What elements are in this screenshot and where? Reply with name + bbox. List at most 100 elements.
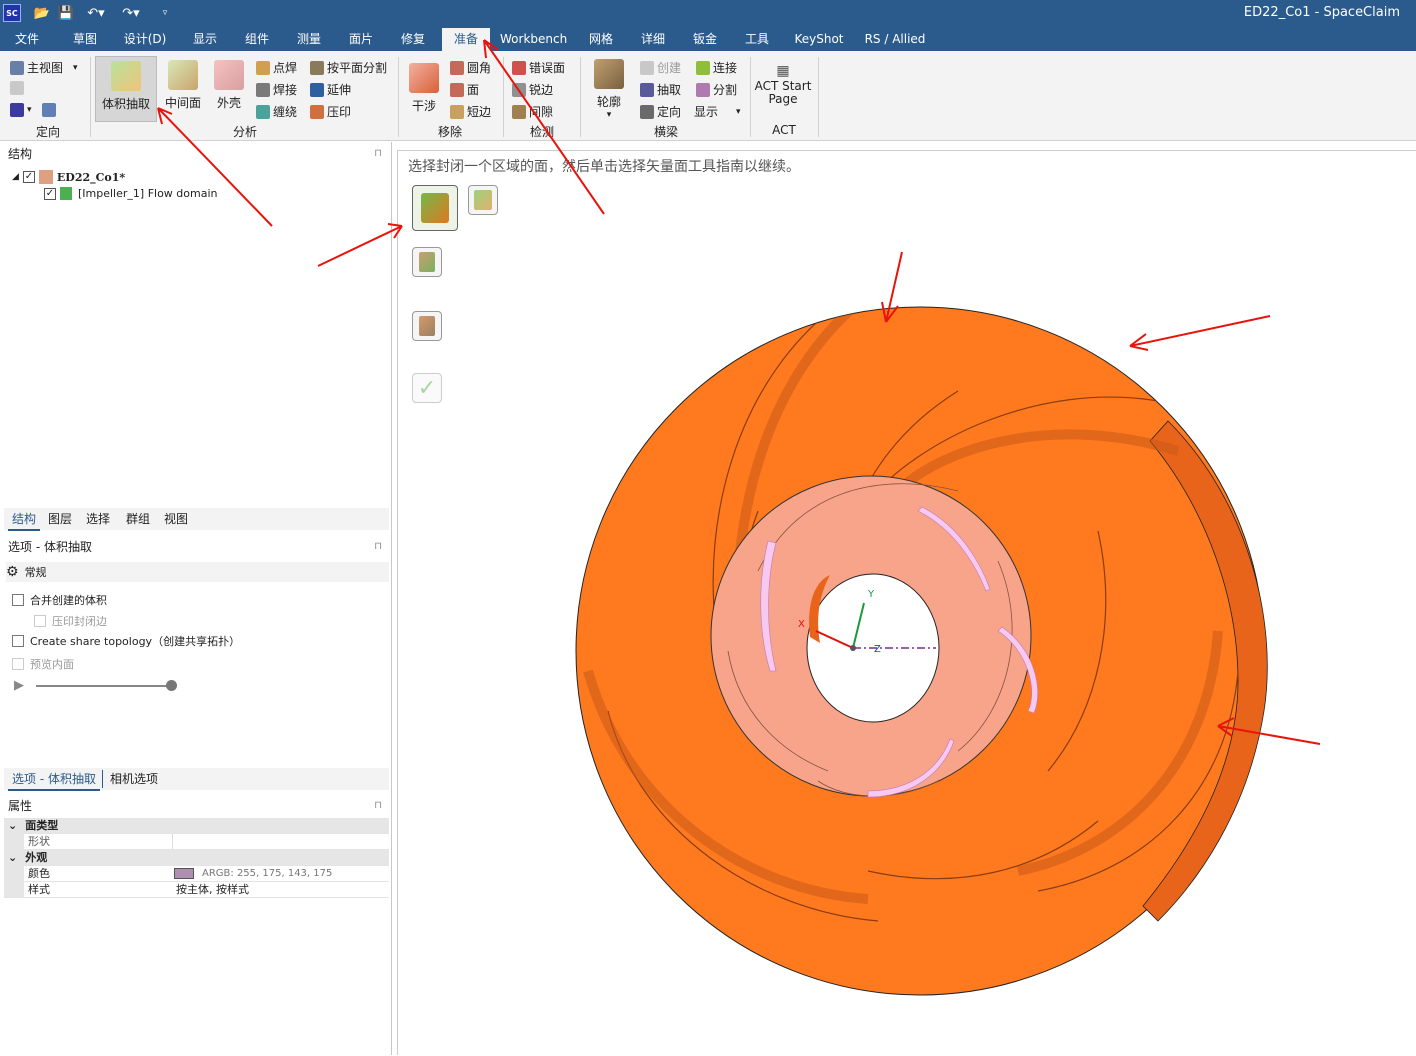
body-icon [60,187,72,200]
group-divider [90,57,91,137]
imprint-closed-edges-option[interactable]: 压印封闭边 [34,613,107,629]
tab-options-volume-extract[interactable]: 选项 - 体积抽取 [8,768,100,791]
gap-button[interactable]: 间隙 [512,103,553,120]
tab-facets[interactable]: 面片 [340,28,382,51]
volume-extract-button[interactable]: 体积抽取 [95,56,157,122]
group-label-act: ACT [772,123,796,137]
tab-rs-allied[interactable]: RS / Allied [862,28,928,51]
tab-assembly[interactable]: 组件 [236,28,278,51]
beam-orient-button[interactable]: 定向 [640,103,681,120]
spot-weld-button[interactable]: 点焊 [256,59,297,76]
interference-button[interactable]: 干涉 [406,63,442,114]
collapse-icon[interactable]: ⌄ [8,819,17,832]
collapse-icon[interactable]: ⌄ [8,851,17,864]
beam-connect-button[interactable]: 连接 [696,59,737,76]
visibility-checkbox[interactable]: ✓ [44,187,56,200]
beam-create-button[interactable]: 创建 [640,59,681,76]
short-edge-button[interactable]: 短边 [450,103,491,120]
weld-button[interactable]: 焊接 [256,81,297,98]
shell-button[interactable]: 外壳 [208,60,250,111]
pin-icon[interactable]: ⊓ [374,796,382,816]
preview-slider[interactable] [36,685,174,687]
face-icon [450,82,464,97]
tab-structure[interactable]: 结构 [8,508,41,531]
property-row-style[interactable]: 样式 按主体, 按样式 [4,882,389,898]
tab-display[interactable]: 显示 [184,28,226,51]
cube-icon [10,103,24,117]
checkbox[interactable] [34,615,46,627]
tab-measure[interactable]: 测量 [288,28,330,51]
group-label-detect: 检测 [529,125,554,139]
checkbox[interactable] [12,635,24,647]
interference-icon [409,63,439,93]
origin-point [850,645,856,651]
collapse-icon[interactable]: ◢ [12,172,19,182]
tab-workbench[interactable]: Workbench [500,28,567,51]
impeller-model[interactable]: X Y Z [398,151,1416,1056]
beam-split-button[interactable]: 分割 [696,81,737,98]
tab-views[interactable]: 视图 [160,508,192,529]
preview-inner-faces-option[interactable]: 预览内面 [12,656,74,672]
split-by-plane-button[interactable]: 按平面分割 [310,59,387,76]
tab-file[interactable]: 文件 [6,28,48,51]
play-icon[interactable]: ▶ [14,678,24,693]
checkbox[interactable] [12,594,24,606]
save-icon[interactable]: 💾 [58,4,74,22]
imprint-button[interactable]: 压印 [310,103,351,120]
tab-layers[interactable]: 图层 [44,508,76,529]
color-swatch[interactable] [174,868,194,879]
tab-camera-options[interactable]: 相机选项 [106,768,162,789]
act-start-page-button[interactable]: ▦ ACT Start Page [755,64,812,106]
tree-root[interactable]: ◢ ✓ ED22_Co1* [12,170,125,184]
property-category-appearance[interactable]: ⌄ 外观 [4,850,389,866]
slider-handle[interactable] [166,680,177,691]
beam-extract-icon [640,82,654,97]
checkbox[interactable] [12,658,24,670]
midsurface-button[interactable]: 中间面 [160,60,206,111]
profile-button[interactable]: 轮廓 ▾ [592,59,626,120]
undo-icon[interactable]: ↶▾ [84,4,108,22]
face-button[interactable]: 面 [450,81,479,98]
plan-view-button[interactable] [10,81,27,95]
tab-groups[interactable]: 群组 [122,508,154,529]
tab-selection[interactable]: 选择 [82,508,114,529]
options-general-header[interactable]: ⚙ 常规 [6,562,389,582]
left-tab-strip: 结构 图层 选择 群组 视图 [4,508,389,531]
extend-button[interactable]: 延伸 [310,81,351,98]
property-category-face-type[interactable]: ⌄ 面类型 [4,818,389,834]
tab-detail[interactable]: 详细 [632,28,674,51]
wrap-button[interactable]: 缠绕 [256,103,297,120]
redo-icon[interactable]: ↷▾ [119,4,143,22]
tab-tools[interactable]: 工具 [736,28,778,51]
tab-sheetmetal[interactable]: 钣金 [684,28,726,51]
tree-item-flow-domain[interactable]: ✓ [Impeller_1] Flow domain [44,187,218,200]
customize-toolbar-icon[interactable]: ▿ [158,4,172,22]
property-row-shape[interactable]: 形状 [4,834,389,850]
fillet-button[interactable]: 圆角 [450,59,491,76]
tab-design[interactable]: 设计(D) [118,28,172,51]
3d-viewport[interactable]: 选择封闭一个区域的面，然后单击选择矢量面工具指南以继续。 ✓ X Y Z [397,150,1416,1055]
sharp-edge-icon [512,82,526,97]
beam-extract-button[interactable]: 抽取 [640,81,681,98]
misfaces-button[interactable]: 错误面 [512,59,565,76]
merge-bodies-option[interactable]: 合并创建的体积 [12,592,107,608]
property-row-color[interactable]: 颜色 ARGB: 255, 175, 143, 175 [4,866,389,882]
home-view-button[interactable]: 主视图 ▾ [10,59,78,76]
beam-profile-icon [594,59,624,89]
open-folder-icon[interactable]: 📂 [34,4,50,22]
tab-keyshot[interactable]: KeyShot [792,28,846,51]
pin-icon[interactable]: ⊓ [374,144,382,164]
share-topology-option[interactable]: Create share topology（创建共享拓扑） [12,633,240,649]
visibility-checkbox[interactable]: ✓ [22,171,35,183]
tab-mesh[interactable]: 网格 [580,28,622,51]
group-label-remove: 移除 [437,125,462,139]
tab-repair[interactable]: 修复 [392,28,434,51]
sharp-edge-button[interactable]: 锐边 [512,81,553,98]
tab-sketch[interactable]: 草图 [64,28,106,51]
group-divider [503,57,504,137]
view-cube-button[interactable]: ▾ [10,103,59,117]
group-divider [750,57,751,137]
beam-display-dropdown[interactable]: 显示 ▾ [694,103,741,120]
tab-prepare[interactable]: 准备 [442,28,490,51]
pin-icon[interactable]: ⊓ [374,537,382,557]
